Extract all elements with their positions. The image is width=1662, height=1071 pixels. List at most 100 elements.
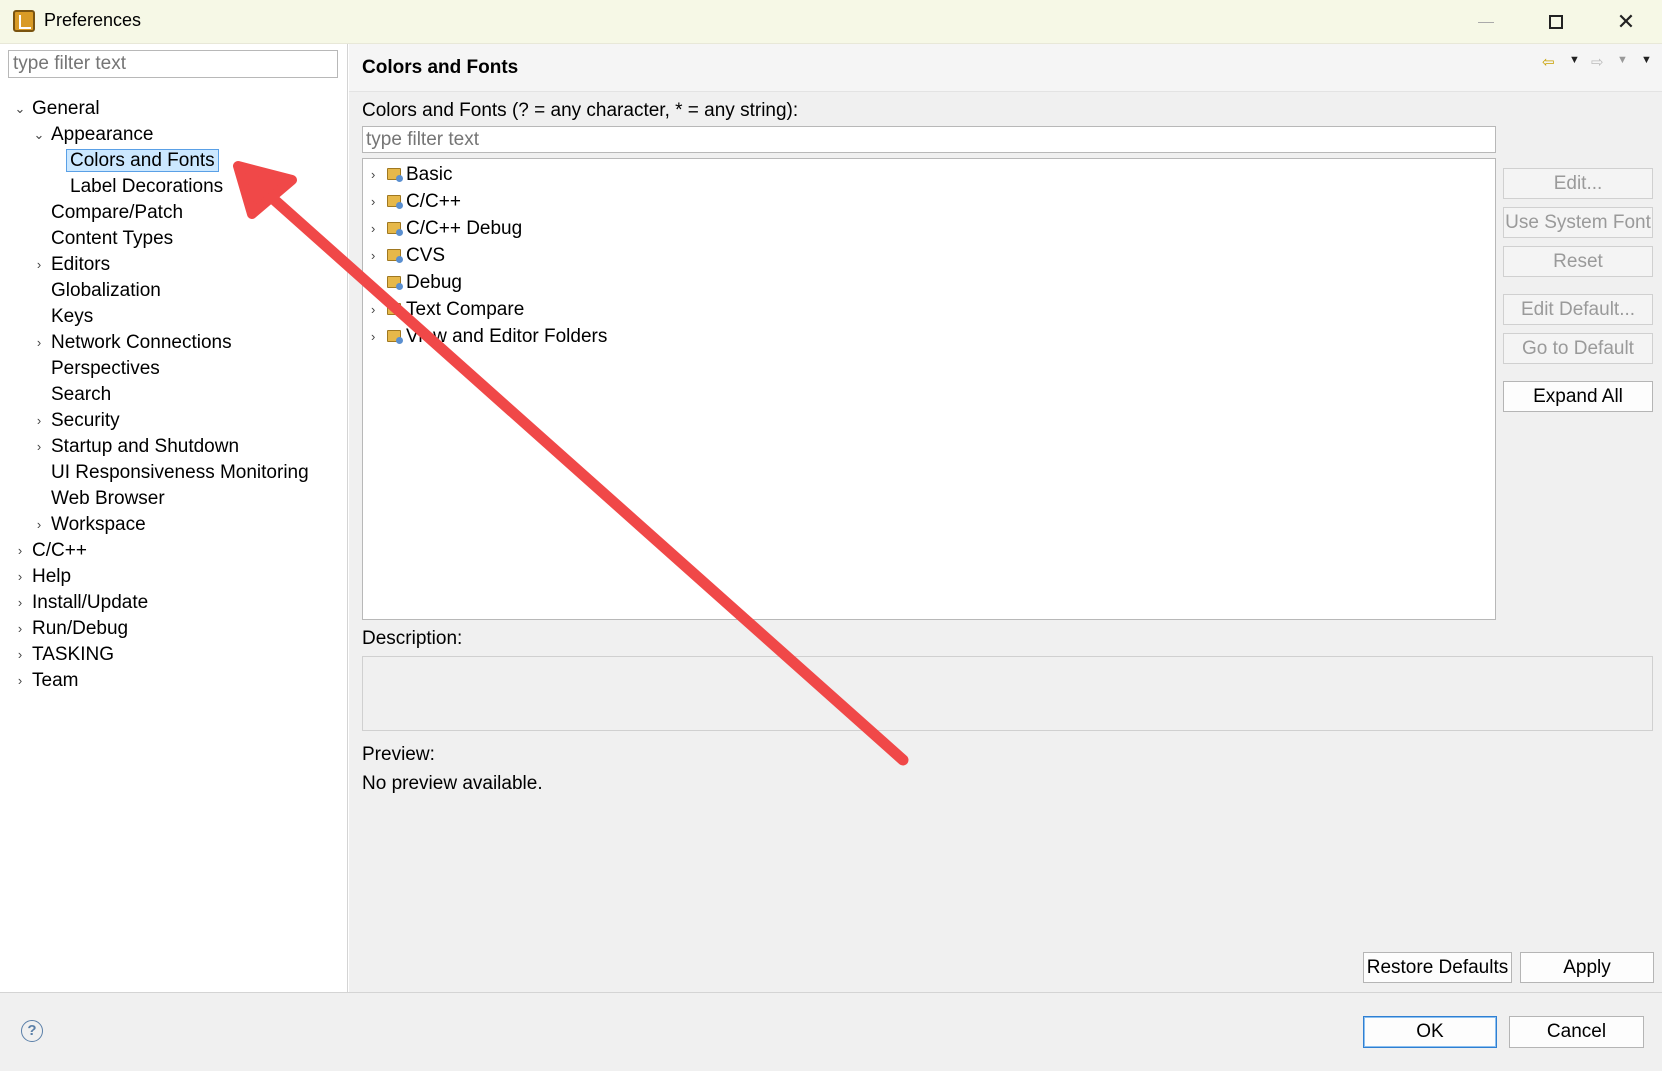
chevron-right-icon[interactable]: ›: [371, 269, 375, 296]
tree-item-label: Network Connections: [51, 332, 232, 353]
chevron-right-icon[interactable]: ›: [13, 590, 27, 616]
tree-item-help[interactable]: › Help: [18, 564, 72, 590]
chevron-right-icon[interactable]: ›: [371, 323, 375, 350]
tree-item-keys[interactable]: Keys: [51, 304, 93, 330]
chevron-right-icon[interactable]: ›: [32, 408, 46, 434]
tree-item-label: Search: [51, 384, 112, 405]
description-box: [362, 656, 1653, 731]
ok-button[interactable]: OK: [1363, 1016, 1497, 1048]
chevron-right-icon[interactable]: ›: [32, 252, 46, 278]
forward-dropdown-icon[interactable]: ▼: [1617, 54, 1628, 66]
chevron-right-icon[interactable]: ›: [13, 538, 27, 564]
tree-item-security[interactable]: › Security: [37, 408, 120, 434]
app-icon: [13, 10, 35, 32]
restore-defaults-button[interactable]: Restore Defaults: [1363, 952, 1512, 983]
chevron-right-icon[interactable]: ›: [371, 188, 375, 215]
tree-item-colors-and-fonts[interactable]: Colors and Fonts: [66, 148, 219, 174]
tree-item-perspectives[interactable]: Perspectives: [51, 356, 160, 382]
close-button[interactable]: ✕: [1596, 4, 1656, 40]
tree-item-appearance[interactable]: ⌄ Appearance: [34, 122, 154, 148]
tree-item-search[interactable]: Search: [51, 382, 111, 408]
tree-item-cpp[interactable]: › C/C++: [18, 538, 87, 564]
tree-item-compare-patch[interactable]: Compare/Patch: [51, 200, 183, 226]
tree-item-label: C/C++: [32, 540, 87, 561]
tree-item-content-types[interactable]: Content Types: [51, 226, 173, 252]
chevron-right-icon[interactable]: ›: [13, 564, 27, 590]
expand-all-button[interactable]: Expand All: [1503, 381, 1653, 412]
tree-item-startup-and-shutdown[interactable]: › Startup and Shutdown: [37, 434, 240, 460]
tree-item-label: Globalization: [51, 280, 161, 301]
minimize-button[interactable]: [1456, 4, 1516, 40]
tree-item-globalization[interactable]: Globalization: [51, 278, 161, 304]
preview-label: Preview:: [362, 744, 435, 765]
tree-item-label: Security: [51, 410, 120, 431]
chevron-right-icon[interactable]: ›: [13, 616, 27, 642]
tree-item-team[interactable]: › Team: [18, 668, 79, 694]
tree-item-label: TASKING: [32, 644, 114, 665]
tree-item-run-debug[interactable]: › Run/Debug: [18, 616, 129, 642]
tree-item-label: Workspace: [51, 514, 146, 535]
category-label: Basic: [406, 164, 453, 185]
tree-item-install-update[interactable]: › Install/Update: [18, 590, 149, 616]
folder-icon: [387, 195, 403, 209]
folder-icon: [387, 276, 403, 290]
tree-item-label: Web Browser: [51, 488, 165, 509]
folder-icon: [387, 303, 403, 317]
window-title: Preferences: [44, 10, 142, 30]
preferences-nav-pane: ⌄ General ⌄ Appearance Colors and Fonts …: [0, 44, 348, 992]
chevron-down-icon[interactable]: ⌄: [13, 96, 27, 122]
nav-filter-input[interactable]: [8, 50, 338, 78]
tree-item-label-decorations[interactable]: Label Decorations: [70, 174, 223, 200]
chevron-right-icon[interactable]: ›: [371, 215, 375, 242]
dialog-button-bar: ? OK Cancel: [0, 992, 1662, 1071]
colors-fonts-filter-input[interactable]: [362, 126, 1496, 153]
folder-icon: [387, 222, 403, 236]
maximize-icon: [1549, 15, 1563, 29]
edit-default-button[interactable]: Edit Default...: [1503, 294, 1653, 325]
tree-item-label: Help: [32, 566, 72, 587]
tree-item-tasking[interactable]: › TASKING: [18, 642, 114, 668]
tree-item-workspace[interactable]: › Workspace: [37, 512, 146, 538]
use-system-font-button[interactable]: Use System Font: [1503, 207, 1653, 238]
category-label: Debug: [406, 272, 462, 293]
category-label: C/C++: [406, 191, 461, 212]
tree-item-label: Install/Update: [32, 592, 149, 613]
title-bar: Preferences ✕: [0, 0, 1662, 44]
preference-page: Colors and Fonts ⇦ ▼ ⇨ ▼ ▼ Colors and Fo…: [349, 44, 1662, 992]
help-icon[interactable]: ?: [21, 1020, 43, 1042]
chevron-right-icon[interactable]: ›: [32, 512, 46, 538]
tree-item-ui-responsiveness-monitoring[interactable]: UI Responsiveness Monitoring: [51, 460, 309, 486]
tree-item-label: Startup and Shutdown: [51, 436, 240, 457]
tree-item-label: Appearance: [51, 124, 154, 145]
tree-item-label: General: [32, 98, 100, 119]
folder-icon: [387, 168, 403, 182]
reset-button[interactable]: Reset: [1503, 246, 1653, 277]
chevron-right-icon[interactable]: ›: [13, 668, 27, 694]
page-header: Colors and Fonts ⇦ ▼ ⇨ ▼ ▼: [349, 44, 1662, 92]
tree-item-label: Run/Debug: [32, 618, 129, 639]
apply-button[interactable]: Apply: [1520, 952, 1654, 983]
forward-arrow-icon[interactable]: ⇨: [1591, 53, 1604, 71]
tree-item-web-browser[interactable]: Web Browser: [51, 486, 165, 512]
chevron-right-icon[interactable]: ›: [371, 161, 375, 188]
colors-fonts-tree[interactable]: › Basic › C/C++ › C/C++ Debug › CVS › De…: [362, 158, 1496, 620]
chevron-right-icon[interactable]: ›: [13, 642, 27, 668]
go-to-default-button[interactable]: Go to Default: [1503, 333, 1653, 364]
chevron-right-icon[interactable]: ›: [371, 296, 375, 323]
back-arrow-icon[interactable]: ⇦: [1542, 53, 1555, 71]
tree-item-editors[interactable]: › Editors: [37, 252, 110, 278]
category-label: Text Compare: [406, 299, 525, 320]
maximize-button[interactable]: [1526, 4, 1586, 40]
view-menu-icon[interactable]: ▼: [1641, 54, 1652, 66]
chevron-right-icon[interactable]: ›: [371, 242, 375, 269]
chevron-down-icon[interactable]: ⌄: [32, 122, 46, 148]
tree-item-general[interactable]: ⌄ General: [15, 96, 100, 122]
back-dropdown-icon[interactable]: ▼: [1569, 54, 1580, 66]
cancel-button[interactable]: Cancel: [1509, 1016, 1644, 1048]
chevron-right-icon[interactable]: ›: [32, 434, 46, 460]
edit-button[interactable]: Edit...: [1503, 168, 1653, 199]
tree-item-label: Team: [32, 670, 79, 691]
tree-item-network-connections[interactable]: › Network Connections: [37, 330, 232, 356]
chevron-right-icon[interactable]: ›: [32, 330, 46, 356]
description-label: Description:: [362, 628, 463, 649]
